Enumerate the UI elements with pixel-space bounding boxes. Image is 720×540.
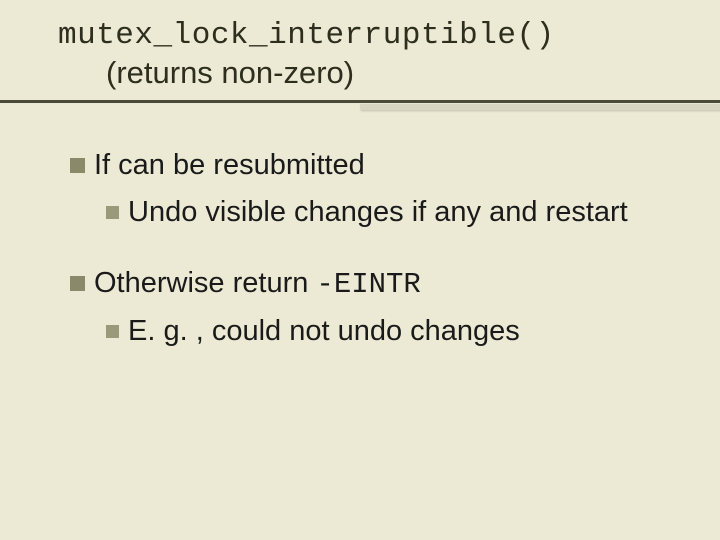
square-bullet-icon xyxy=(70,276,85,291)
bullet-text: E. g. , could not undo changes xyxy=(128,315,520,347)
spacer xyxy=(70,240,670,258)
slide-body: If can be resubmitted Undo visible chang… xyxy=(70,140,670,360)
bullet-level1: If can be resubmitted xyxy=(70,146,670,185)
square-bullet-icon xyxy=(106,206,119,219)
divider-line xyxy=(0,100,720,103)
bullet-text: If can be resubmitted xyxy=(94,149,365,181)
bullet-level1: Otherwise return -EINTR xyxy=(70,264,670,304)
square-bullet-icon xyxy=(70,158,85,173)
slide: mutex_lock_interruptible() (returns non-… xyxy=(0,0,720,540)
bullet-level2: E. g. , could not undo changes xyxy=(106,312,670,351)
bullet-text: Undo visible changes if any and restart xyxy=(128,196,628,228)
bullet-level2: Undo visible changes if any and restart xyxy=(106,193,670,232)
title-underline xyxy=(0,100,720,103)
slide-title: mutex_lock_interruptible() (returns non-… xyxy=(58,18,680,91)
bullet-text-code: -EINTR xyxy=(316,268,420,301)
title-line-1: mutex_lock_interruptible() xyxy=(58,18,680,53)
bullet-text-prefix: Otherwise return xyxy=(94,267,316,299)
divider-shadow xyxy=(360,104,720,110)
title-line-2: (returns non-zero) xyxy=(58,55,680,91)
square-bullet-icon xyxy=(106,325,119,338)
